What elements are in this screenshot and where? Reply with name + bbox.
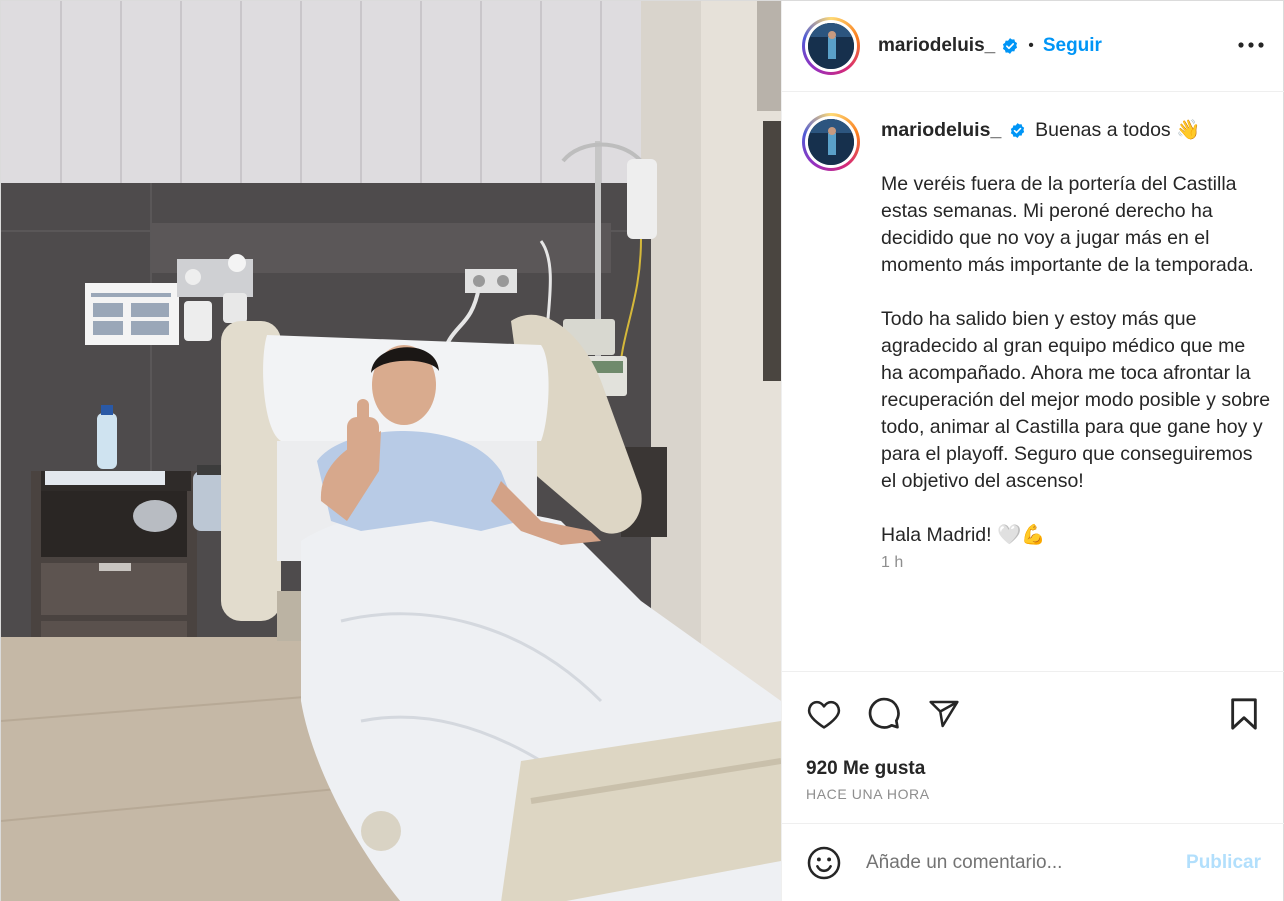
post-date[interactable]: HACE UNA HORA	[806, 786, 930, 802]
caption-avatar[interactable]	[802, 113, 860, 171]
likes-count[interactable]: 920 Me gusta	[806, 758, 925, 780]
caption-first-line: mariodeluis_ Buenas a todos 👋	[881, 117, 1271, 144]
avatar-image	[808, 23, 854, 69]
avatar[interactable]	[802, 17, 860, 75]
caption-paragraph-1: Me veréis fuera de la portería del Casti…	[881, 173, 1254, 276]
post-dialog: mariodeluis_ • Seguir mariodeluis_ Buena…	[0, 0, 1284, 901]
action-bar: 920 Me gusta HACE UNA HORA	[782, 671, 1284, 823]
comment-bar: Publicar	[782, 823, 1284, 901]
username[interactable]: mariodeluis_	[878, 35, 995, 57]
caption-paragraph-3: Hala Madrid! 🤍💪	[881, 524, 1046, 546]
comment-input[interactable]	[866, 852, 1166, 874]
caption-paragraph-2: Todo ha salido bien y estoy más que agra…	[881, 308, 1271, 492]
caption-avatar-image	[808, 119, 854, 165]
emoji-icon[interactable]	[804, 843, 844, 883]
follow-button[interactable]: Seguir	[1043, 35, 1102, 57]
post-side-panel: mariodeluis_ • Seguir mariodeluis_ Buena…	[781, 1, 1284, 901]
caption-text: mariodeluis_ Buenas a todos 👋 Me veréis …	[881, 117, 1271, 576]
send-icon[interactable]	[924, 694, 964, 734]
verified-badge-icon	[1001, 37, 1019, 55]
caption-age[interactable]: 1 h	[881, 549, 1271, 576]
post-header: mariodeluis_ • Seguir	[782, 1, 1284, 92]
caption-greeting: Buenas a todos 👋	[1035, 119, 1201, 141]
comment-icon[interactable]	[864, 694, 904, 734]
more-options-icon[interactable]	[1235, 29, 1267, 61]
hospital-room-photo	[1, 1, 781, 901]
post-photo[interactable]	[1, 1, 781, 901]
caption-username[interactable]: mariodeluis_	[881, 119, 1001, 141]
separator-dot: •	[1028, 37, 1034, 54]
bookmark-icon[interactable]	[1224, 694, 1264, 734]
verified-badge-icon	[1009, 122, 1026, 139]
publish-button[interactable]: Publicar	[1186, 852, 1261, 874]
heart-icon[interactable]	[804, 694, 844, 734]
caption-area: mariodeluis_ Buenas a todos 👋 Me veréis …	[782, 93, 1284, 671]
